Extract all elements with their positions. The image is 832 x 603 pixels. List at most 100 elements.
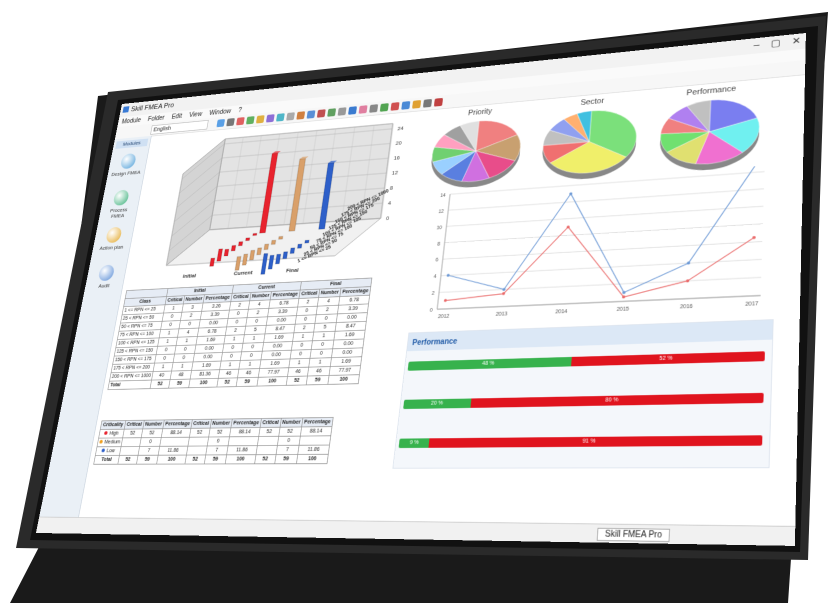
table-cell [186, 445, 207, 456]
toolbar-tool-icon[interactable] [379, 103, 389, 112]
performance-bar-ko: 91 % [428, 435, 763, 448]
table-cell: Total [93, 455, 120, 465]
table-cell: 88.14 [229, 427, 260, 437]
category-label: Initial [182, 273, 196, 280]
sidebar-item-label: Audit [97, 282, 110, 290]
table-cell: 59 [235, 377, 259, 387]
performance-bar-ok: 48 % [407, 356, 572, 371]
table-cell: 59 [305, 375, 330, 385]
sidebar-item-design-fmea[interactable]: Design FMEA [111, 152, 145, 177]
x-tick-label: 2012 [438, 312, 451, 319]
performance-bar: 9 % 91 % [398, 435, 763, 449]
grid-line [441, 259, 762, 275]
toolbar-tool-icon[interactable] [276, 113, 285, 122]
table-cell: 52 [122, 428, 143, 438]
status-tab[interactable]: Skill FMEA Pro [596, 527, 671, 543]
series-point [501, 292, 506, 296]
toolbar-tool-icon[interactable] [296, 111, 306, 120]
table-column-header: Number [142, 419, 165, 429]
table-cell: 100 [225, 454, 256, 464]
line-chart: 0 2 4 6 8 10 12 14 2012 2013 2014 2015 2016 2017 [430, 164, 781, 319]
performance-bar: 20 % 80 % [403, 392, 764, 410]
sidebar-tab-modules[interactable]: Modules [115, 138, 149, 149]
table-cell: 100 [257, 376, 288, 387]
table-cell: 100 [156, 455, 187, 465]
minimize-button[interactable]: – [754, 39, 760, 51]
toolbar-tool-icon[interactable] [265, 114, 275, 123]
table-cell: 7 [205, 445, 229, 455]
maximize-button[interactable]: ▢ [771, 37, 781, 49]
toolbar-tool-icon[interactable] [433, 97, 444, 107]
audit-icon [97, 264, 116, 282]
x-tick-label: 2017 [745, 300, 760, 307]
toolbar-tool-icon[interactable] [216, 119, 226, 128]
y-tick-label: 4 [433, 273, 437, 279]
table-row[interactable]: Total 52 59 100 52 59 100 52 59 100 [93, 454, 329, 465]
table-cell: 0 [206, 436, 230, 446]
toolbar-tool-icon[interactable] [422, 98, 433, 108]
menu-folder[interactable]: Folder [147, 114, 165, 122]
toolbar-tool-icon[interactable] [390, 102, 400, 111]
table-cell: 59 [136, 455, 159, 465]
category-label: Current [233, 269, 253, 276]
table-cell: 11.86 [226, 445, 258, 455]
process-fmea-icon [112, 189, 130, 206]
table-cell: 52 [254, 454, 276, 464]
toolbar-tool-icon[interactable] [226, 118, 235, 127]
toolbar-tool-icon[interactable] [401, 101, 411, 110]
performance-bar-ko: 80 % [470, 392, 764, 408]
rpn-table: Initial Current Final Class Critical Number Pe… [107, 277, 372, 390]
series-line [445, 216, 755, 305]
toolbar-tool-icon[interactable] [255, 115, 265, 124]
toolbar-tool-icon[interactable] [236, 117, 245, 126]
category-label: Final [286, 267, 299, 274]
toolbar-tool-icon[interactable] [245, 116, 255, 125]
series-point [622, 290, 626, 295]
table-cell [255, 445, 278, 455]
close-button[interactable]: ✕ [792, 35, 801, 47]
toolbar-tool-icon[interactable] [306, 110, 316, 119]
menu-view[interactable]: View [188, 110, 202, 118]
table-cell: 11.86 [158, 446, 188, 456]
table-column-header: Percentage [301, 417, 334, 427]
table-cell: 52 [286, 376, 308, 386]
series-point [502, 287, 506, 291]
toolbar-tool-icon[interactable] [286, 112, 295, 121]
table-cell [299, 435, 331, 446]
table-cell [228, 436, 259, 446]
toolbar-tool-icon[interactable] [358, 105, 368, 114]
design-fmea-icon [119, 153, 137, 170]
menu-module[interactable]: Module [121, 117, 141, 126]
table-column-header: Critical [259, 418, 282, 428]
rpn-3d-bar-chart: 04812162024Initial Current Final200 < RPN … [126, 114, 404, 280]
app-screen: Skill FMEA Pro – ▢ ✕ Module Folder Edit … [35, 32, 806, 546]
pie-title: Priority [468, 107, 494, 117]
z-tick-label: 0 [386, 215, 390, 221]
toolbar-tool-icon[interactable] [348, 106, 358, 115]
toolbar-tool-icon[interactable] [337, 107, 347, 116]
toolbar-tool-icon[interactable] [369, 104, 379, 113]
menu-help[interactable]: ? [238, 107, 243, 114]
series-point [569, 192, 573, 196]
table-cell: 7 [275, 445, 300, 455]
sidebar-item-audit[interactable]: Audit [88, 264, 123, 289]
toolbar-tool-icon[interactable] [412, 100, 422, 109]
toolbar-tool-icon[interactable] [316, 109, 326, 118]
criticality-dot-icon [104, 431, 108, 435]
table-cell [159, 437, 190, 447]
main-panel: 0 4 8 12 16 20 24 Initial Current Final 200 < RPN … [79, 74, 805, 526]
bar-3d-small [297, 244, 302, 248]
x-tick-label: 2016 [680, 302, 694, 309]
bar-3d-small [271, 240, 276, 244]
sidebar-item-process-fmea[interactable]: Process FMEA [102, 189, 137, 220]
table-cell: 88.14 [161, 428, 191, 438]
action-plan-icon [105, 226, 123, 244]
sidebar-item-action-plan[interactable]: Action plan [96, 226, 130, 251]
toolbar-tool-icon[interactable] [327, 108, 337, 117]
performance-title: Performance [411, 337, 458, 348]
pie-title: Sector [580, 97, 605, 108]
app-logo-icon [122, 106, 130, 113]
table-cell: 0 [139, 437, 162, 447]
table-cell: 100 [188, 378, 219, 388]
menu-edit[interactable]: Edit [171, 112, 183, 120]
